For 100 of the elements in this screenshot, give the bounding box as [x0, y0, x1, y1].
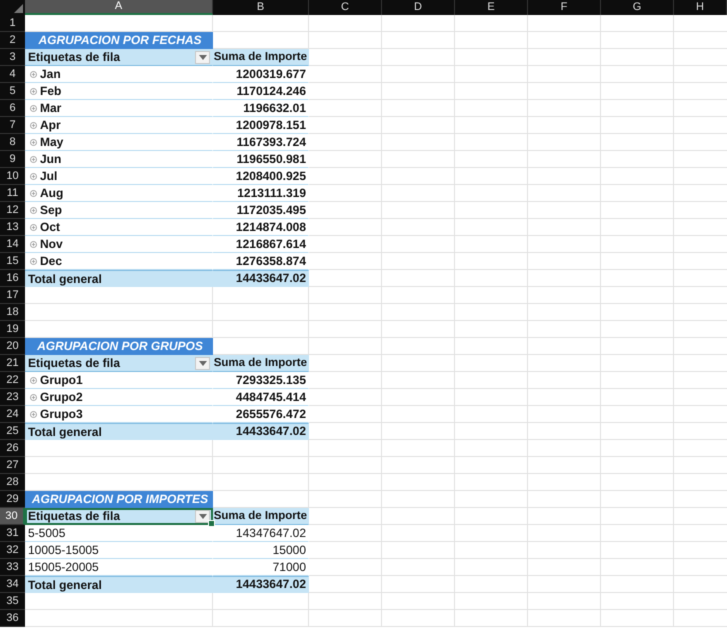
value-cell: 15000: [213, 542, 309, 559]
expand-icon[interactable]: [30, 394, 37, 400]
row-header[interactable]: 21: [0, 355, 25, 372]
row-header[interactable]: 7: [0, 117, 25, 134]
corner-triangle-icon: [14, 4, 23, 13]
total-label: Total general: [25, 423, 213, 440]
total-value: 14433647.02: [213, 576, 309, 593]
row-label: Apr: [40, 117, 61, 133]
caret-icon: [198, 360, 206, 366]
expand-icon[interactable]: [30, 376, 37, 384]
row-header[interactable]: 11: [0, 185, 25, 202]
row-header[interactable]: 16: [0, 270, 25, 287]
row-label: Grupo3: [40, 406, 83, 422]
row-header[interactable]: 33: [0, 559, 25, 576]
row-label: Oct: [40, 219, 60, 235]
row-header[interactable]: 15: [0, 253, 25, 270]
value-cell: 14347647.02: [213, 525, 309, 542]
row-header[interactable]: 27: [0, 457, 25, 474]
total-label: Total general: [25, 576, 213, 593]
row-header[interactable]: 30: [0, 508, 25, 525]
row-header[interactable]: 25: [0, 423, 25, 440]
value-cell: 1200978.151: [213, 117, 309, 134]
expand-icon[interactable]: [30, 224, 37, 230]
caret-icon: [198, 54, 206, 60]
pivot-header-label: Etiquetas de fila: [28, 508, 122, 524]
row-header[interactable]: 19: [0, 321, 25, 338]
pivot-header-cell[interactable]: Etiquetas de fila: [25, 508, 213, 525]
expand-icon[interactable]: [30, 138, 37, 146]
row-label: Aug: [40, 185, 64, 201]
value-cell: 1196550.981: [213, 151, 309, 168]
pivot-header-label: Etiquetas de fila: [28, 355, 122, 371]
row-header[interactable]: 5: [0, 83, 25, 100]
value-cell: 1170124.246: [213, 83, 309, 100]
filter-dropdown-button[interactable]: [195, 50, 210, 64]
fill-handle[interactable]: [208, 520, 215, 527]
row-label: May: [40, 134, 64, 150]
row-header[interactable]: 4: [0, 66, 25, 83]
row-header[interactable]: 3: [0, 49, 25, 66]
row-label: Sep: [40, 202, 62, 218]
total-value: 14433647.02: [213, 270, 309, 287]
pivot-header-label: Etiquetas de fila: [28, 49, 122, 65]
value-cell: 1200319.677: [213, 66, 309, 83]
filter-dropdown-button[interactable]: [195, 356, 210, 370]
expand-icon[interactable]: [30, 70, 37, 78]
row-header[interactable]: 18: [0, 304, 25, 321]
expand-icon[interactable]: [30, 410, 37, 418]
row-header[interactable]: 26: [0, 440, 25, 457]
column-header[interactable]: A: [25, 0, 213, 15]
value-cell: 1196632.01: [213, 100, 309, 117]
expand-icon[interactable]: [30, 240, 37, 248]
pivot-header-label: Suma de Importe: [213, 355, 309, 372]
row-header[interactable]: 29: [0, 491, 25, 508]
row-header[interactable]: 6: [0, 100, 25, 117]
row-header[interactable]: 22: [0, 372, 25, 389]
value-cell: 1216867.614: [213, 236, 309, 253]
expand-icon[interactable]: [30, 206, 37, 214]
row-header[interactable]: 9: [0, 151, 25, 168]
row-label: Jul: [40, 168, 58, 184]
row-header[interactable]: 34: [0, 576, 25, 593]
pivot-header-label: Suma de Importe: [213, 49, 309, 66]
pivot-header-cell[interactable]: Etiquetas de fila: [25, 49, 213, 66]
row-header[interactable]: 13: [0, 219, 25, 236]
expand-icon[interactable]: [30, 172, 37, 180]
expand-icon[interactable]: [30, 156, 37, 162]
row-header[interactable]: 23: [0, 389, 25, 406]
value-cell: 1167393.724: [213, 134, 309, 151]
value-cell: 4484745.414: [213, 389, 309, 406]
row-header[interactable]: 1: [0, 15, 25, 32]
row-label: 15005-20005: [28, 559, 99, 575]
expand-icon[interactable]: [30, 104, 37, 112]
value-cell: 1214874.008: [213, 219, 309, 236]
row-header[interactable]: 20: [0, 338, 25, 355]
expand-icon[interactable]: [30, 88, 37, 94]
row-header[interactable]: 8: [0, 134, 25, 151]
row-label: Dec: [40, 253, 62, 269]
row-header[interactable]: 32: [0, 542, 25, 559]
expand-icon[interactable]: [30, 190, 37, 196]
pivot-title: AGRUPACION POR IMPORTES: [25, 491, 213, 508]
row-label: Mar: [40, 100, 62, 116]
row-header[interactable]: 36: [0, 610, 25, 627]
pivot-header-cell[interactable]: Etiquetas de fila: [25, 355, 213, 372]
row-header[interactable]: 2: [0, 32, 25, 49]
value-cell: 1172035.495: [213, 202, 309, 219]
row-header[interactable]: 24: [0, 406, 25, 423]
row-header[interactable]: 14: [0, 236, 25, 253]
row-header[interactable]: 12: [0, 202, 25, 219]
row-label: 10005-15005: [28, 542, 99, 558]
row-header[interactable]: 35: [0, 593, 25, 610]
row-label: Jan: [40, 66, 61, 82]
pivot-header-label: Suma de Importe: [213, 508, 309, 525]
expand-icon[interactable]: [30, 258, 37, 264]
row-label: Jun: [40, 151, 62, 167]
value-cell: 1213111.319: [213, 185, 309, 202]
row-header[interactable]: 28: [0, 474, 25, 491]
filter-dropdown-button[interactable]: [195, 510, 210, 522]
expand-icon[interactable]: [30, 122, 37, 128]
row-header[interactable]: 10: [0, 168, 25, 185]
row-header[interactable]: 17: [0, 287, 25, 304]
value-cell: 1208400.925: [213, 168, 309, 185]
row-header[interactable]: 31: [0, 525, 25, 542]
